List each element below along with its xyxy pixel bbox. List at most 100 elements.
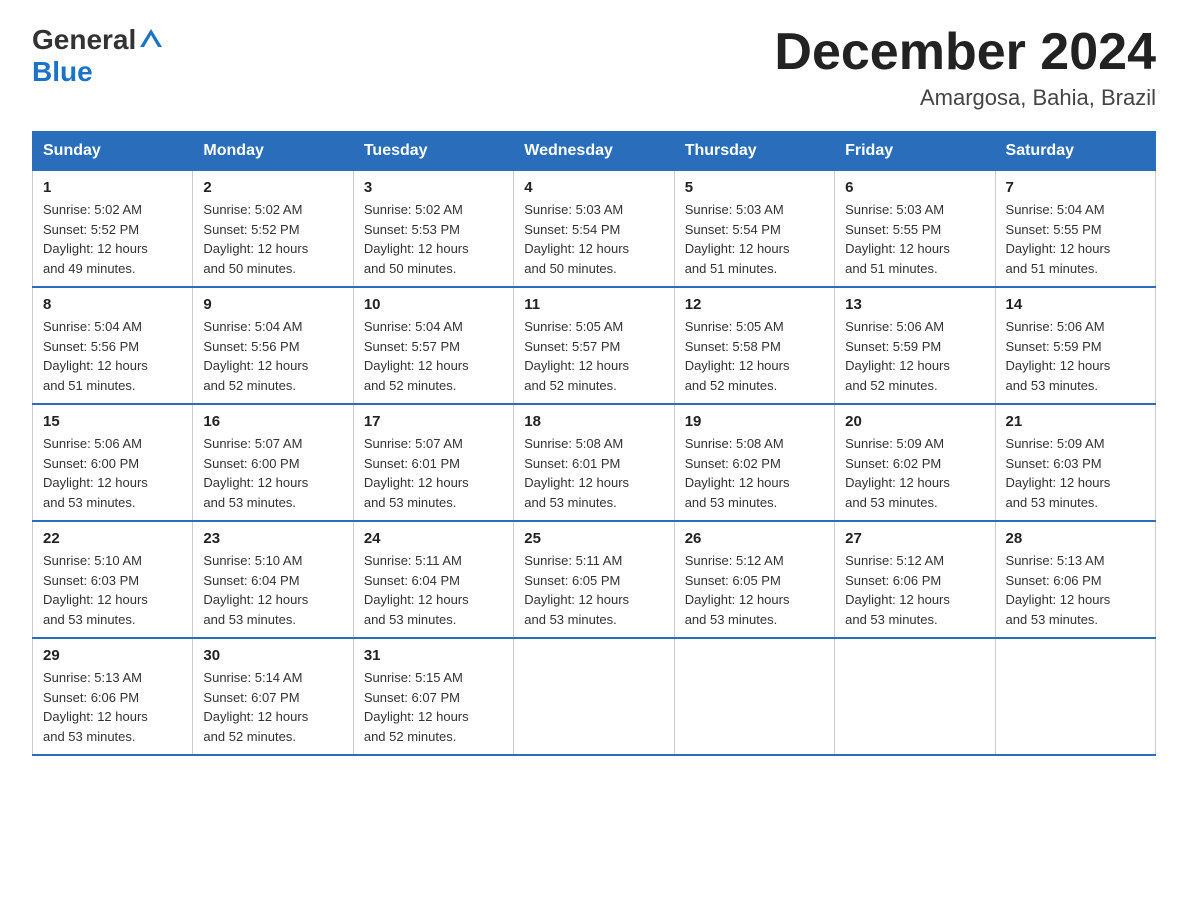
day-info: Sunrise: 5:10 AMSunset: 6:03 PMDaylight:… (43, 553, 148, 627)
col-friday: Friday (835, 132, 995, 171)
day-info: Sunrise: 5:07 AMSunset: 6:00 PMDaylight:… (203, 436, 308, 510)
day-info: Sunrise: 5:03 AMSunset: 5:54 PMDaylight:… (524, 202, 629, 276)
day-number: 16 (203, 413, 342, 430)
col-thursday: Thursday (674, 132, 834, 171)
calendar-table: Sunday Monday Tuesday Wednesday Thursday… (32, 131, 1156, 756)
logo: General Blue (32, 24, 164, 88)
table-row: 3 Sunrise: 5:02 AMSunset: 5:53 PMDayligh… (353, 171, 513, 288)
month-year-title: December 2024 (774, 24, 1156, 81)
day-number: 25 (524, 530, 663, 547)
day-info: Sunrise: 5:02 AMSunset: 5:52 PMDaylight:… (203, 202, 308, 276)
table-row: 15 Sunrise: 5:06 AMSunset: 6:00 PMDaylig… (33, 404, 193, 521)
day-number: 3 (364, 179, 503, 196)
table-row: 14 Sunrise: 5:06 AMSunset: 5:59 PMDaylig… (995, 287, 1155, 404)
table-row: 31 Sunrise: 5:15 AMSunset: 6:07 PMDaylig… (353, 638, 513, 755)
day-number: 14 (1006, 296, 1145, 313)
day-info: Sunrise: 5:12 AMSunset: 6:05 PMDaylight:… (685, 553, 790, 627)
day-number: 5 (685, 179, 824, 196)
day-info: Sunrise: 5:04 AMSunset: 5:56 PMDaylight:… (203, 319, 308, 393)
table-row: 12 Sunrise: 5:05 AMSunset: 5:58 PMDaylig… (674, 287, 834, 404)
table-row: 6 Sunrise: 5:03 AMSunset: 5:55 PMDayligh… (835, 171, 995, 288)
day-info: Sunrise: 5:03 AMSunset: 5:54 PMDaylight:… (685, 202, 790, 276)
table-row: 25 Sunrise: 5:11 AMSunset: 6:05 PMDaylig… (514, 521, 674, 638)
day-number: 4 (524, 179, 663, 196)
day-info: Sunrise: 5:04 AMSunset: 5:55 PMDaylight:… (1006, 202, 1111, 276)
day-info: Sunrise: 5:05 AMSunset: 5:58 PMDaylight:… (685, 319, 790, 393)
day-info: Sunrise: 5:03 AMSunset: 5:55 PMDaylight:… (845, 202, 950, 276)
day-number: 26 (685, 530, 824, 547)
day-number: 12 (685, 296, 824, 313)
table-row: 18 Sunrise: 5:08 AMSunset: 6:01 PMDaylig… (514, 404, 674, 521)
col-sunday: Sunday (33, 132, 193, 171)
calendar-header-row: Sunday Monday Tuesday Wednesday Thursday… (33, 132, 1156, 171)
day-number: 17 (364, 413, 503, 430)
day-info: Sunrise: 5:11 AMSunset: 6:05 PMDaylight:… (524, 553, 629, 627)
table-row: 10 Sunrise: 5:04 AMSunset: 5:57 PMDaylig… (353, 287, 513, 404)
calendar-week-row: 29 Sunrise: 5:13 AMSunset: 6:06 PMDaylig… (33, 638, 1156, 755)
table-row: 9 Sunrise: 5:04 AMSunset: 5:56 PMDayligh… (193, 287, 353, 404)
table-row (835, 638, 995, 755)
calendar-week-row: 8 Sunrise: 5:04 AMSunset: 5:56 PMDayligh… (33, 287, 1156, 404)
table-row: 16 Sunrise: 5:07 AMSunset: 6:00 PMDaylig… (193, 404, 353, 521)
day-info: Sunrise: 5:15 AMSunset: 6:07 PMDaylight:… (364, 670, 469, 744)
day-number: 30 (203, 647, 342, 664)
day-info: Sunrise: 5:10 AMSunset: 6:04 PMDaylight:… (203, 553, 308, 627)
table-row (514, 638, 674, 755)
day-number: 21 (1006, 413, 1145, 430)
table-row: 11 Sunrise: 5:05 AMSunset: 5:57 PMDaylig… (514, 287, 674, 404)
calendar-title-area: December 2024 Amargosa, Bahia, Brazil (774, 24, 1156, 111)
table-row: 22 Sunrise: 5:10 AMSunset: 6:03 PMDaylig… (33, 521, 193, 638)
day-number: 23 (203, 530, 342, 547)
table-row: 28 Sunrise: 5:13 AMSunset: 6:06 PMDaylig… (995, 521, 1155, 638)
location-subtitle: Amargosa, Bahia, Brazil (774, 85, 1156, 111)
day-info: Sunrise: 5:06 AMSunset: 6:00 PMDaylight:… (43, 436, 148, 510)
day-info: Sunrise: 5:09 AMSunset: 6:02 PMDaylight:… (845, 436, 950, 510)
day-info: Sunrise: 5:13 AMSunset: 6:06 PMDaylight:… (43, 670, 148, 744)
table-row: 19 Sunrise: 5:08 AMSunset: 6:02 PMDaylig… (674, 404, 834, 521)
day-info: Sunrise: 5:04 AMSunset: 5:56 PMDaylight:… (43, 319, 148, 393)
day-info: Sunrise: 5:02 AMSunset: 5:52 PMDaylight:… (43, 202, 148, 276)
day-info: Sunrise: 5:05 AMSunset: 5:57 PMDaylight:… (524, 319, 629, 393)
day-info: Sunrise: 5:12 AMSunset: 6:06 PMDaylight:… (845, 553, 950, 627)
col-saturday: Saturday (995, 132, 1155, 171)
day-info: Sunrise: 5:08 AMSunset: 6:01 PMDaylight:… (524, 436, 629, 510)
day-number: 13 (845, 296, 984, 313)
table-row: 5 Sunrise: 5:03 AMSunset: 5:54 PMDayligh… (674, 171, 834, 288)
day-number: 22 (43, 530, 182, 547)
day-number: 9 (203, 296, 342, 313)
table-row: 30 Sunrise: 5:14 AMSunset: 6:07 PMDaylig… (193, 638, 353, 755)
day-number: 8 (43, 296, 182, 313)
calendar-week-row: 15 Sunrise: 5:06 AMSunset: 6:00 PMDaylig… (33, 404, 1156, 521)
table-row: 13 Sunrise: 5:06 AMSunset: 5:59 PMDaylig… (835, 287, 995, 404)
table-row: 17 Sunrise: 5:07 AMSunset: 6:01 PMDaylig… (353, 404, 513, 521)
table-row: 21 Sunrise: 5:09 AMSunset: 6:03 PMDaylig… (995, 404, 1155, 521)
logo-general-text: General (32, 24, 136, 56)
day-number: 27 (845, 530, 984, 547)
table-row: 24 Sunrise: 5:11 AMSunset: 6:04 PMDaylig… (353, 521, 513, 638)
col-wednesday: Wednesday (514, 132, 674, 171)
table-row: 4 Sunrise: 5:03 AMSunset: 5:54 PMDayligh… (514, 171, 674, 288)
col-monday: Monday (193, 132, 353, 171)
day-number: 28 (1006, 530, 1145, 547)
table-row: 20 Sunrise: 5:09 AMSunset: 6:02 PMDaylig… (835, 404, 995, 521)
day-number: 29 (43, 647, 182, 664)
table-row: 8 Sunrise: 5:04 AMSunset: 5:56 PMDayligh… (33, 287, 193, 404)
table-row: 29 Sunrise: 5:13 AMSunset: 6:06 PMDaylig… (33, 638, 193, 755)
logo-triangle-icon (140, 29, 162, 52)
table-row: 1 Sunrise: 5:02 AMSunset: 5:52 PMDayligh… (33, 171, 193, 288)
table-row: 7 Sunrise: 5:04 AMSunset: 5:55 PMDayligh… (995, 171, 1155, 288)
table-row: 23 Sunrise: 5:10 AMSunset: 6:04 PMDaylig… (193, 521, 353, 638)
page-header: General Blue December 2024 Amargosa, Bah… (32, 24, 1156, 111)
calendar-week-row: 22 Sunrise: 5:10 AMSunset: 6:03 PMDaylig… (33, 521, 1156, 638)
day-number: 19 (685, 413, 824, 430)
table-row (674, 638, 834, 755)
col-tuesday: Tuesday (353, 132, 513, 171)
calendar-week-row: 1 Sunrise: 5:02 AMSunset: 5:52 PMDayligh… (33, 171, 1156, 288)
day-number: 31 (364, 647, 503, 664)
table-row: 2 Sunrise: 5:02 AMSunset: 5:52 PMDayligh… (193, 171, 353, 288)
day-info: Sunrise: 5:04 AMSunset: 5:57 PMDaylight:… (364, 319, 469, 393)
day-info: Sunrise: 5:07 AMSunset: 6:01 PMDaylight:… (364, 436, 469, 510)
day-info: Sunrise: 5:11 AMSunset: 6:04 PMDaylight:… (364, 553, 469, 627)
day-number: 7 (1006, 179, 1145, 196)
table-row (995, 638, 1155, 755)
